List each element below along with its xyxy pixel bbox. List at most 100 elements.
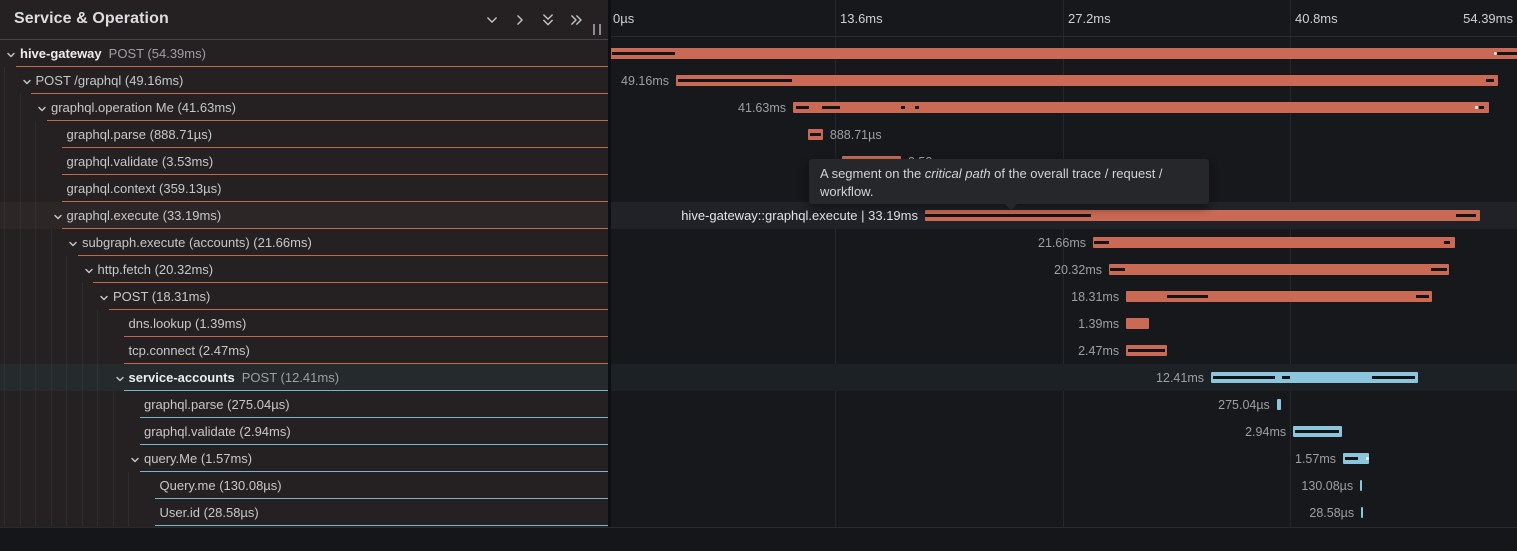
span-tree-row-dns-lookup[interactable]: dns.lookup (1.39ms) (0, 310, 608, 337)
critical-path-segment[interactable] (810, 133, 821, 136)
critical-path-segment[interactable] (612, 52, 675, 55)
service-name: hive-gateway (20, 46, 102, 61)
expand-chevron-icon[interactable] (36, 102, 48, 114)
indent-guide (35, 310, 36, 337)
expand-chevron-icon[interactable] (52, 210, 64, 222)
indent-guide (20, 418, 21, 445)
expand-chevron-icon[interactable] (114, 372, 126, 384)
expand-chevron-icon[interactable] (5, 48, 17, 60)
span-tree-row-graphql-parse-2[interactable]: graphql.parse (275.04µs) (0, 391, 608, 418)
span-bar-post-graphql[interactable] (676, 75, 1498, 86)
span-bar-hive-gateway-post[interactable] (608, 48, 1517, 59)
chevron-right-icon[interactable] (510, 10, 530, 30)
span-name-label: http.fetch (20.32ms) (98, 262, 214, 277)
span-tree-row-tcp-connect[interactable]: tcp.connect (2.47ms) (0, 337, 608, 364)
span-tree-row-subgraph-execute-accounts[interactable]: subgraph.execute (accounts) (21.66ms) (0, 229, 608, 256)
span-bar-graphql-validate-2[interactable] (1293, 426, 1342, 437)
span-tree-row-graphql-context[interactable]: graphql.context (359.13µs) (0, 175, 608, 202)
expand-chevron-icon[interactable] (67, 237, 79, 249)
span-tree-row-post[interactable]: POST (18.31ms) (0, 283, 608, 310)
panel-title: Service & Operation (14, 10, 169, 28)
critical-path-segment[interactable] (1372, 376, 1415, 379)
double-chevron-down-icon[interactable] (538, 10, 558, 30)
critical-path-segment[interactable] (1496, 52, 1517, 55)
critical-path-segment[interactable] (1094, 241, 1109, 244)
trace-viewer: Service & Operation hive-gatewayPOST (54… (0, 0, 1517, 551)
critical-path-segment[interactable] (1128, 349, 1165, 352)
timeline-lane-graphql-operation-me: 41.63ms (608, 94, 1517, 121)
indent-guide (20, 229, 21, 256)
span-bar-query-me-resolver[interactable] (1360, 480, 1362, 491)
critical-path-segment[interactable] (1167, 295, 1208, 298)
critical-path-segment[interactable] (1444, 241, 1450, 244)
critical-path-segment[interactable] (1110, 268, 1126, 271)
critical-path-segment[interactable] (1213, 376, 1275, 379)
expand-chevron-icon[interactable] (129, 453, 141, 465)
duration-label: hive-gateway::graphql.execute | 33.19ms (681, 208, 918, 223)
indent-guide (51, 499, 52, 526)
indent-guide (4, 175, 5, 202)
critical-path-segment[interactable] (1345, 457, 1357, 460)
indent-guide (4, 229, 5, 256)
critical-path-segment[interactable] (1456, 214, 1477, 217)
duration-label: 20.32ms (1054, 263, 1102, 277)
span-bar-service-accounts-post[interactable] (1211, 372, 1418, 383)
critical-path-segment[interactable] (915, 106, 920, 109)
double-chevron-right-icon[interactable] (566, 10, 586, 30)
span-tree-header: Service & Operation (0, 0, 608, 40)
span-tree-row-graphql-operation-me[interactable]: graphql.operation Me (41.63ms) (0, 94, 608, 121)
timeline-lane-subgraph-execute-accounts: 21.66ms (608, 229, 1517, 256)
span-name-label: Query.me (130.08µs) (160, 478, 282, 493)
critical-path-segment[interactable] (1479, 106, 1485, 109)
span-bar-dns-lookup[interactable] (1126, 318, 1149, 329)
span-name-label: POST (18.31ms) (113, 289, 210, 304)
span-bar-graphql-parse-2[interactable] (1277, 399, 1282, 410)
span-bar-graphql-parse-1[interactable] (808, 129, 823, 140)
span-tree-row-query-me-resolver[interactable]: Query.me (130.08µs) (0, 472, 608, 499)
critical-path-segment[interactable] (901, 106, 906, 109)
critical-path-segment[interactable] (822, 106, 840, 109)
span-bar-http-fetch[interactable] (1109, 264, 1449, 275)
expand-chevron-icon[interactable] (21, 75, 33, 87)
span-name-label: tcp.connect (2.47ms) (129, 343, 250, 358)
expand-chevron-icon[interactable] (83, 264, 95, 276)
span-tree-row-hive-gateway-post[interactable]: hive-gatewayPOST (54.39ms) (0, 40, 608, 67)
span-tree-row-graphql-validate-1[interactable]: graphql.validate (3.53ms) (0, 148, 608, 175)
critical-path-segment[interactable] (1431, 268, 1447, 271)
span-tree-row-graphql-parse-1[interactable]: graphql.parse (888.71µs) (0, 121, 608, 148)
panel-resize-handle[interactable] (593, 24, 601, 35)
span-bar-graphql-operation-me[interactable] (793, 102, 1489, 113)
expand-chevron-icon[interactable] (98, 291, 110, 303)
critical-path-segment[interactable] (925, 214, 1091, 217)
indent-guide (51, 229, 52, 256)
timeline-lane-dns-lookup: 1.39ms (608, 310, 1517, 337)
span-tree-row-service-accounts-post[interactable]: service-accountsPOST (12.41ms) (0, 364, 608, 391)
span-name-label: graphql.validate (2.94ms) (144, 424, 291, 439)
span-tree-row-graphql-validate-2[interactable]: graphql.validate (2.94ms) (0, 418, 608, 445)
indent-guide (20, 310, 21, 337)
indent-guide (35, 283, 36, 310)
critical-path-segment[interactable] (1295, 430, 1339, 433)
span-bar-user-id[interactable] (1361, 507, 1363, 518)
critical-path-segment[interactable] (678, 79, 792, 82)
span-tree-row-http-fetch[interactable]: http.fetch (20.32ms) (0, 256, 608, 283)
span-bar-subgraph-execute-accounts[interactable] (1093, 237, 1455, 248)
critical-path-segment[interactable] (1416, 295, 1429, 298)
span-tree-row-graphql-execute[interactable]: graphql.execute (33.19ms) (0, 202, 608, 229)
span-bar-post[interactable] (1126, 291, 1432, 302)
critical-path-segment[interactable] (796, 106, 809, 109)
indent-guide (82, 472, 83, 499)
indent-guide (113, 499, 114, 526)
span-tree-row-query-me[interactable]: query.Me (1.57ms) (0, 445, 608, 472)
span-bar-query-me[interactable] (1343, 453, 1369, 464)
span-bar-graphql-execute[interactable] (925, 210, 1480, 221)
critical-path-segment[interactable] (1282, 376, 1290, 379)
tooltip-arrow (1005, 204, 1017, 210)
panel-divider[interactable] (608, 0, 611, 527)
span-tree-row-post-graphql[interactable]: POST /graphql (49.16ms) (0, 67, 608, 94)
chevron-down-icon[interactable] (482, 10, 502, 30)
span-bar-tcp-connect[interactable] (1126, 345, 1167, 356)
indent-guide (97, 364, 98, 391)
span-tree-row-user-id[interactable]: User.id (28.58µs) (0, 499, 608, 526)
critical-path-segment[interactable] (1486, 79, 1494, 82)
